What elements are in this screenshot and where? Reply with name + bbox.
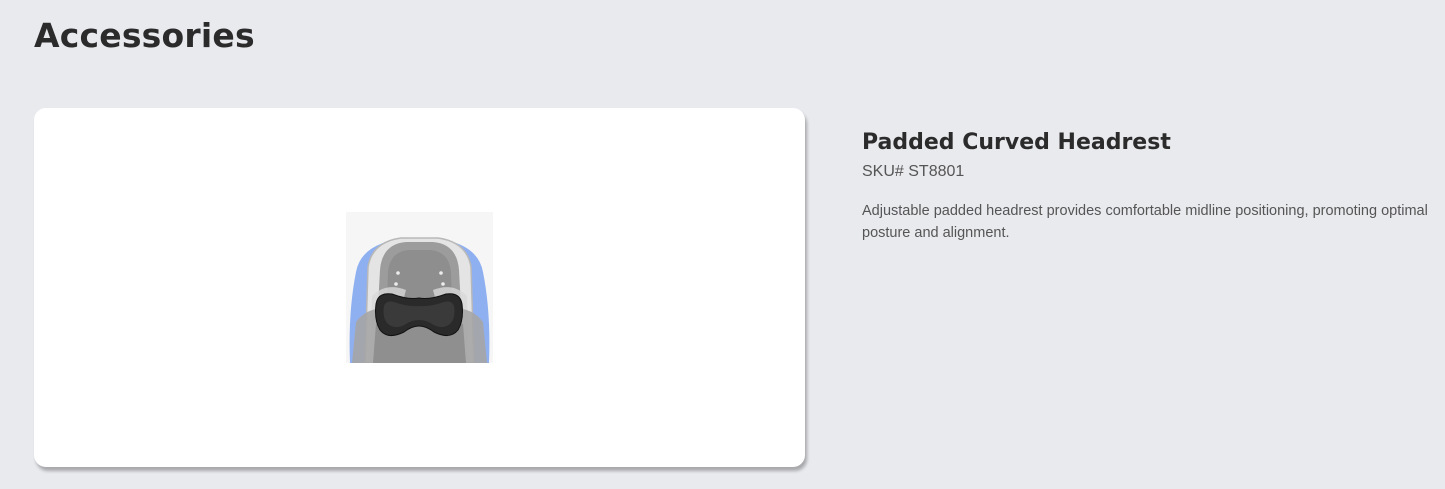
headrest-image-graphic — [349, 237, 490, 363]
product-image-card — [34, 108, 805, 467]
product-name: Padded Curved Headrest — [862, 130, 1171, 155]
product-details: Padded Curved Headrest SKU# ST8801 Adjus… — [862, 128, 1437, 244]
headrest-product-image — [346, 212, 493, 363]
page-title: Accessories — [34, 16, 255, 55]
product-sku: SKU# ST8801 — [862, 163, 965, 180]
product-description: Adjustable padded headrest provides comf… — [862, 203, 1428, 241]
